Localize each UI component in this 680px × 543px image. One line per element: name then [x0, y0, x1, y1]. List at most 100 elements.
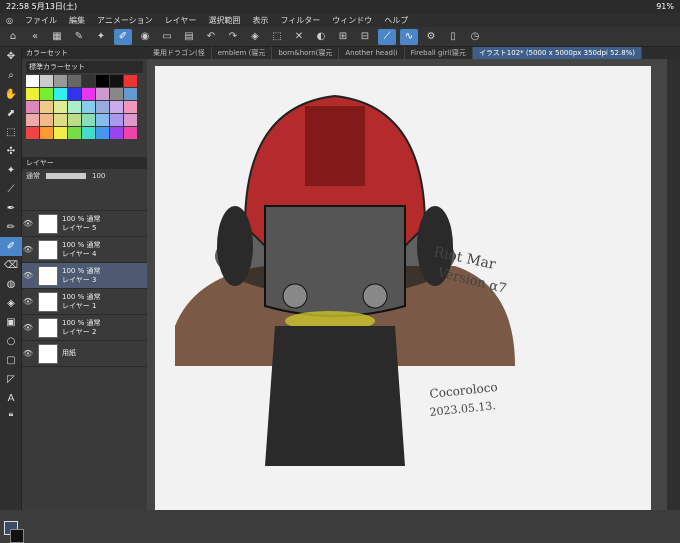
eye-icon[interactable]: 👁	[22, 271, 34, 280]
ruler-tool-icon[interactable]: ◸	[0, 370, 22, 389]
app-icon[interactable]: ◎	[0, 16, 19, 25]
color-swatch[interactable]	[40, 101, 53, 113]
eye-icon[interactable]: 👁	[22, 349, 34, 358]
menu-selection[interactable]: 選択範囲	[202, 15, 246, 26]
canvas[interactable]: Riot Mar Version α7 Cocoroloco 2023.05.1…	[155, 66, 651, 510]
color-swatch[interactable]	[110, 88, 123, 100]
color-swatches[interactable]	[26, 75, 143, 139]
color-swatch[interactable]	[26, 127, 39, 139]
home-icon[interactable]: ⌂	[4, 29, 22, 45]
magic-wand-icon[interactable]: ✦	[0, 161, 22, 180]
pen-icon[interactable]: ✎	[70, 29, 88, 45]
brush-tool-icon[interactable]: ✐	[114, 28, 132, 45]
color-swatch[interactable]	[110, 101, 123, 113]
zoom-icon[interactable]: ⌕	[0, 66, 22, 85]
color-swatch[interactable]	[96, 88, 109, 100]
crop-icon[interactable]: ⊞	[334, 29, 352, 45]
menu-window[interactable]: ウィンドウ	[326, 15, 378, 26]
blend-mode-select[interactable]: 通常	[26, 171, 40, 181]
color-swatch[interactable]	[124, 101, 137, 113]
undo-icon[interactable]: ↶	[202, 29, 220, 45]
menu-filter[interactable]: フィルター	[274, 15, 326, 26]
color-swatch[interactable]	[40, 75, 53, 87]
doc-tab[interactable]: born&horn(寝元	[272, 47, 340, 59]
color-swatch[interactable]	[26, 88, 39, 100]
transform-icon[interactable]: ⬚	[268, 29, 286, 45]
eraser-icon[interactable]: ⌫	[0, 256, 22, 275]
color-swatch[interactable]	[96, 75, 109, 87]
color-set-tab[interactable]: カラーセット	[22, 47, 147, 59]
color-swatch[interactable]	[40, 127, 53, 139]
color-swatch[interactable]	[110, 75, 123, 87]
color-swatch[interactable]	[124, 114, 137, 126]
layer-row[interactable]: 👁 100 % 通常 レイヤー 1	[22, 289, 147, 315]
operation-icon[interactable]: ⬈	[0, 104, 22, 123]
layer-row[interactable]: 👁 100 % 通常 レイヤー 4	[22, 237, 147, 263]
layer-row[interactable]: 👁 100 % 通常 レイヤー 2	[22, 315, 147, 341]
balloon-icon[interactable]: ❝	[0, 408, 22, 427]
wand-icon[interactable]: ✦	[92, 29, 110, 45]
color-swatch[interactable]	[40, 114, 53, 126]
menu-help[interactable]: ヘルプ	[378, 15, 414, 26]
color-swatch[interactable]	[96, 127, 109, 139]
gradient-icon[interactable]: ▣	[0, 313, 22, 332]
settings-icon[interactable]: ⚙	[422, 29, 440, 45]
hand-icon[interactable]: ✋	[0, 85, 22, 104]
sub-color-swatch[interactable]	[10, 529, 24, 543]
doc-tab[interactable]: emblem (寝元	[212, 47, 273, 59]
move-icon[interactable]: ✥	[0, 47, 22, 66]
frame-icon[interactable]: ▢	[0, 351, 22, 370]
layer-row-selected[interactable]: 👁 100 % 通常 レイヤー 3	[22, 263, 147, 289]
color-swatch[interactable]	[96, 114, 109, 126]
layer-tab[interactable]: レイヤー	[22, 157, 147, 169]
color-swatch[interactable]	[96, 101, 109, 113]
color-swatch[interactable]	[68, 75, 81, 87]
color-swatch[interactable]	[82, 114, 95, 126]
fill-icon[interactable]: ◈	[246, 29, 264, 45]
fill-bucket-icon[interactable]: ◈	[0, 294, 22, 313]
doc-tab-active[interactable]: イラスト102* (5000 x 5000px 350dpi 52.8%)	[472, 47, 643, 59]
color-swatch[interactable]	[68, 88, 81, 100]
doc-tab[interactable]: 乗用ドラゴン(怪	[147, 47, 212, 59]
color-swatch[interactable]	[124, 127, 137, 139]
brush-icon[interactable]: ✐	[0, 237, 22, 256]
save-icon[interactable]: ▤	[180, 29, 198, 45]
color-swatch[interactable]	[54, 88, 67, 100]
color-swatch[interactable]	[54, 75, 67, 87]
color-swatch[interactable]	[68, 127, 81, 139]
color-swatch[interactable]	[68, 114, 81, 126]
color-swatch[interactable]	[54, 114, 67, 126]
color-swatch[interactable]	[40, 88, 53, 100]
menu-file[interactable]: ファイル	[19, 15, 63, 26]
layer-row[interactable]: 👁 100 % 通常 レイヤー 5	[22, 211, 147, 237]
clock-icon[interactable]: ◷	[466, 29, 484, 45]
eyedropper-icon[interactable]: ⟋	[0, 180, 22, 199]
lasso-icon[interactable]: ✣	[0, 142, 22, 161]
doc-tab[interactable]: Fireball girl(寝元	[405, 47, 473, 59]
text-icon[interactable]: A	[0, 389, 22, 408]
eye-icon[interactable]: 👁	[22, 219, 34, 228]
collapse-icon[interactable]: «	[26, 29, 44, 45]
eye-icon[interactable]: 👁	[22, 245, 34, 254]
color-swatch[interactable]	[54, 127, 67, 139]
opacity-slider[interactable]	[46, 173, 86, 179]
menu-edit[interactable]: 編集	[63, 15, 91, 26]
stabilizer-icon[interactable]: ∿	[400, 28, 418, 45]
phone-icon[interactable]: ▯	[444, 29, 462, 45]
pencil-icon[interactable]: ✏	[0, 218, 22, 237]
folder-icon[interactable]: ▭	[158, 29, 176, 45]
grid-toggle-icon[interactable]: ⊟	[356, 29, 374, 45]
color-swatch[interactable]	[124, 88, 137, 100]
redo-icon[interactable]: ↷	[224, 29, 242, 45]
blend-icon[interactable]: ◍	[0, 275, 22, 294]
right-scrollbar[interactable]	[667, 59, 680, 510]
layer-row-paper[interactable]: 👁 用紙	[22, 341, 147, 367]
eye-icon[interactable]: 👁	[22, 323, 34, 332]
color-swatch[interactable]	[26, 75, 39, 87]
color-swatch[interactable]	[82, 75, 95, 87]
deselect-icon[interactable]: ✕	[290, 29, 308, 45]
color-set-select[interactable]: 標準カラーセット	[26, 61, 143, 73]
grid-icon[interactable]: ▦	[48, 29, 66, 45]
color-swatch[interactable]	[26, 114, 39, 126]
color-swatch[interactable]	[26, 101, 39, 113]
